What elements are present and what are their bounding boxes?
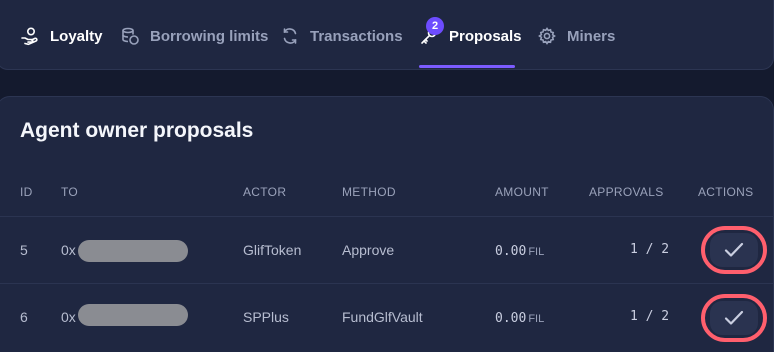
active-tab-indicator: [419, 65, 515, 68]
column-header-method: METHOD: [342, 185, 396, 199]
tab-label: Borrowing limits: [150, 27, 269, 45]
tab-label: Loyalty: [50, 27, 103, 45]
actor-name: SPPlus: [243, 309, 289, 325]
check-icon: [724, 310, 744, 325]
amount-number: 0.00: [495, 311, 527, 326]
redacted-address: [78, 240, 188, 262]
header-divider: [0, 216, 774, 217]
redacted-address: [78, 304, 188, 326]
check-icon: [724, 242, 744, 257]
approve-button-surface: [710, 301, 758, 335]
tab-label: Miners: [567, 27, 616, 45]
to-address-prefix: 0x: [61, 242, 76, 258]
amount-number: 0.00: [495, 244, 527, 259]
tab-miners[interactable]: Miners: [537, 25, 615, 47]
refresh-icon: [280, 26, 300, 46]
tab-label: Transactions: [310, 27, 403, 45]
approvals-count: 1 / 2: [630, 242, 670, 257]
to-address-prefix: 0x: [61, 309, 76, 325]
approve-button[interactable]: [701, 294, 767, 342]
method-name: FundGlfVault: [342, 309, 423, 325]
proposal-id: 5: [20, 242, 28, 258]
approvals-count: 1 / 2: [630, 309, 670, 324]
column-header-amount: AMOUNT: [495, 185, 549, 199]
gear-icon: [537, 26, 557, 46]
amount-value: 0.00 FIL: [495, 309, 544, 326]
tab-transactions[interactable]: Transactions: [280, 25, 403, 47]
column-header-to: TO: [61, 185, 79, 199]
column-header-actions: ACTIONS: [698, 185, 754, 199]
column-header-id: ID: [20, 185, 33, 199]
proposals-count-badge: 2: [426, 17, 444, 35]
column-header-actor: ACTOR: [243, 185, 287, 199]
coin-stack-icon: [120, 26, 140, 46]
tab-borrowing-limits[interactable]: Borrowing limits: [120, 25, 268, 47]
tab-loyalty[interactable]: Loyalty: [20, 25, 103, 47]
actor-name: GlifToken: [243, 242, 302, 258]
tab-label: Proposals: [449, 27, 522, 45]
row-divider: [0, 283, 774, 284]
column-header-approvals: APPROVALS: [589, 185, 664, 199]
section-title: Agent owner proposals: [20, 119, 254, 142]
approve-button[interactable]: [701, 226, 767, 274]
amount-value: 0.00 FIL: [495, 242, 544, 259]
approve-button-surface: [710, 233, 758, 267]
amount-unit: FIL: [528, 246, 545, 258]
proposal-id: 6: [20, 309, 28, 325]
method-name: Approve: [342, 242, 395, 258]
hand-coin-icon: [20, 26, 40, 46]
amount-unit: FIL: [528, 313, 545, 325]
